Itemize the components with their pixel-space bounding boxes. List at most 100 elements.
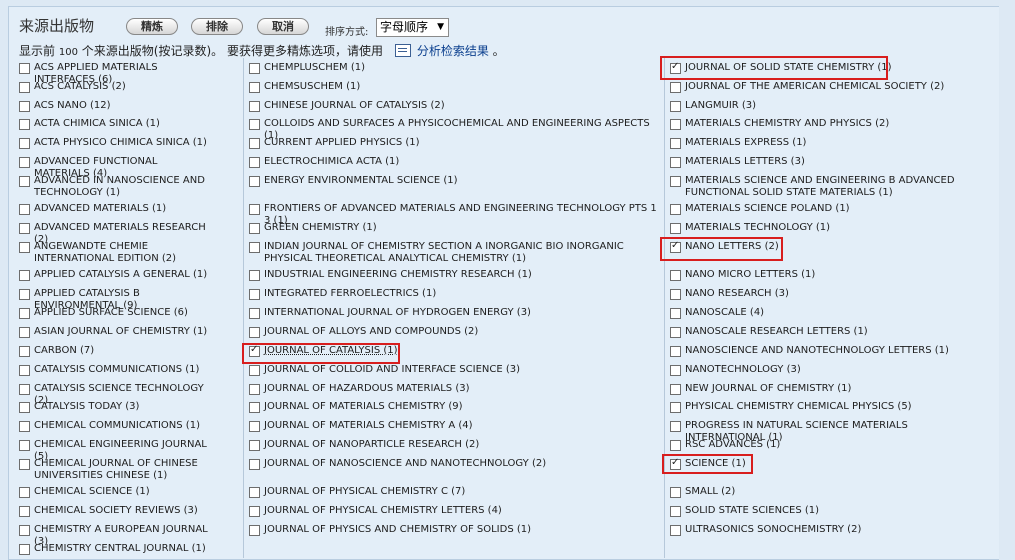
source-checkbox[interactable] — [19, 119, 30, 130]
source-checkbox[interactable] — [670, 138, 681, 149]
source-label: NANOSCIENCE AND NANOTECHNOLOGY LETTERS (… — [685, 345, 949, 356]
source-checkbox[interactable] — [670, 346, 681, 357]
source-checkbox[interactable] — [249, 289, 260, 300]
source-checkbox[interactable] — [249, 242, 260, 253]
source-label: INTERNATIONAL JOURNAL OF HYDROGEN ENERGY… — [264, 307, 531, 318]
source-checkbox[interactable] — [670, 308, 681, 319]
source-label: NANOSCALE RESEARCH LETTERS (1) — [685, 326, 868, 337]
source-checkbox[interactable] — [249, 101, 260, 112]
source-label: MATERIALS TECHNOLOGY (1) — [685, 222, 831, 233]
source-checkbox[interactable] — [249, 157, 260, 168]
info-paren: (按记录数)。 — [153, 44, 224, 58]
analyze-results-link[interactable]: 分析检索结果 — [417, 44, 489, 58]
source-label: ULTRASONICS SONOCHEMISTRY (2) — [685, 524, 862, 535]
source-checkbox[interactable] — [19, 384, 30, 395]
source-checkbox[interactable] — [19, 327, 30, 338]
source-checkbox[interactable] — [19, 365, 30, 376]
source-checkbox[interactable] — [249, 119, 260, 130]
source-checkbox[interactable] — [249, 176, 260, 187]
source-checkbox[interactable] — [249, 365, 260, 376]
source-checkbox[interactable] — [670, 176, 681, 187]
source-checkbox[interactable] — [249, 440, 260, 451]
source-checkbox[interactable] — [670, 204, 681, 215]
sort-select[interactable]: 字母顺序 ▼ — [376, 18, 449, 37]
source-checkbox[interactable] — [19, 138, 30, 149]
analyze-results-icon[interactable] — [394, 44, 411, 57]
source-checkbox[interactable] — [19, 204, 30, 215]
source-checkbox[interactable] — [19, 176, 30, 187]
source-checkbox[interactable] — [670, 289, 681, 300]
source-label: GREEN CHEMISTRY (1) — [264, 222, 377, 233]
source-checkbox[interactable] — [670, 487, 681, 498]
source-label: MATERIALS SCIENCE POLAND (1) — [685, 203, 850, 214]
source-checkbox[interactable] — [249, 63, 260, 74]
source-checkbox[interactable] — [19, 223, 30, 234]
source-label: CHEMSUSCHEM (1) — [264, 81, 361, 92]
source-checkbox[interactable] — [19, 82, 30, 93]
source-checkbox[interactable] — [670, 101, 681, 112]
exclude-button[interactable]: 排除 — [191, 18, 243, 35]
source-checkbox[interactable] — [19, 157, 30, 168]
source-checkbox[interactable] — [19, 402, 30, 413]
source-checkbox[interactable] — [670, 327, 681, 338]
source-checkbox[interactable] — [19, 459, 30, 470]
source-checkbox[interactable] — [19, 487, 30, 498]
source-checkbox[interactable] — [19, 440, 30, 451]
source-checkbox[interactable] — [19, 289, 30, 300]
source-checkbox[interactable] — [249, 270, 260, 281]
source-label: JOURNAL OF HAZARDOUS MATERIALS (3) — [264, 383, 470, 394]
source-checkbox[interactable] — [249, 421, 260, 432]
source-label: JOURNAL OF NANOPARTICLE RESEARCH (2) — [264, 439, 480, 450]
source-checkbox[interactable] — [670, 270, 681, 281]
source-checkbox[interactable] — [670, 384, 681, 395]
source-checkbox[interactable] — [19, 506, 30, 517]
source-checkbox[interactable] — [249, 487, 260, 498]
cancel-button[interactable]: 取消 — [257, 18, 309, 35]
source-checkbox[interactable] — [249, 384, 260, 395]
source-checkbox[interactable] — [670, 157, 681, 168]
source-checkbox[interactable] — [249, 138, 260, 149]
source-checkbox[interactable] — [19, 63, 30, 74]
source-label: SMALL (2) — [685, 486, 736, 497]
info-prefix: 显示前 — [19, 44, 56, 58]
source-checkbox[interactable] — [19, 346, 30, 357]
source-checkbox[interactable] — [249, 402, 260, 413]
source-checkbox[interactable] — [249, 223, 260, 234]
source-checkbox[interactable] — [249, 204, 260, 215]
source-checkbox[interactable] — [19, 544, 30, 555]
source-label: ACS CATALYSIS (2) — [34, 81, 126, 92]
selection-highlight — [660, 56, 888, 80]
source-checkbox[interactable] — [19, 421, 30, 432]
source-checkbox[interactable] — [249, 525, 260, 536]
source-label: INDIAN JOURNAL OF CHEMISTRY SECTION A IN… — [264, 241, 624, 264]
source-checkbox[interactable] — [249, 308, 260, 319]
source-label: JOURNAL OF PHYSICAL CHEMISTRY C (7) — [264, 486, 466, 497]
source-checkbox[interactable] — [249, 82, 260, 93]
source-label: CHEMISTRY CENTRAL JOURNAL (1) — [34, 543, 206, 554]
source-checkbox[interactable] — [670, 119, 681, 130]
refine-button[interactable]: 精炼 — [126, 18, 178, 35]
source-checkbox[interactable] — [19, 242, 30, 253]
source-checkbox[interactable] — [670, 223, 681, 234]
source-checkbox[interactable] — [670, 440, 681, 451]
source-checkbox[interactable] — [249, 459, 260, 470]
source-checkbox[interactable] — [19, 308, 30, 319]
source-label: NANO RESEARCH (3) — [685, 288, 789, 299]
source-checkbox[interactable] — [670, 525, 681, 536]
source-checkbox[interactable] — [19, 270, 30, 281]
source-label: JOURNAL OF COLLOID AND INTERFACE SCIENCE… — [264, 364, 521, 375]
source-checkbox[interactable] — [19, 101, 30, 112]
source-checkbox[interactable] — [249, 506, 260, 517]
source-label: RSC ADVANCES (1) — [685, 439, 781, 450]
source-checkbox[interactable] — [19, 525, 30, 536]
source-checkbox[interactable] — [670, 421, 681, 432]
source-checkbox[interactable] — [249, 327, 260, 338]
source-label: INDUSTRIAL ENGINEERING CHEMISTRY RESEARC… — [264, 269, 532, 280]
sort-label: 排序方式: — [325, 27, 369, 38]
source-checkbox[interactable] — [670, 82, 681, 93]
source-label: CHEMPLUSCHEM (1) — [264, 62, 366, 73]
source-checkbox[interactable] — [670, 506, 681, 517]
source-label: INTEGRATED FERROELECTRICS (1) — [264, 288, 437, 299]
source-checkbox[interactable] — [670, 402, 681, 413]
source-checkbox[interactable] — [670, 365, 681, 376]
